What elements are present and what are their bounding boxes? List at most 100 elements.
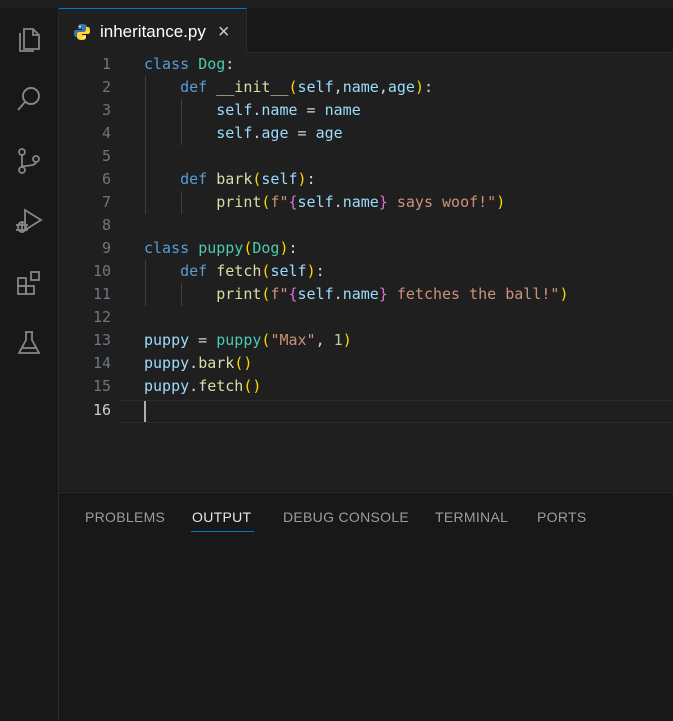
string: f" [270,285,289,303]
identifier: puppy [144,331,190,349]
files-icon[interactable] [0,16,58,62]
search-icon[interactable] [0,76,58,122]
punct: . [189,354,199,372]
editor-tab-bar: inheritance.py × [59,8,673,54]
param: self [261,170,298,188]
code-line-14: puppy.bark() [144,352,252,375]
tab-inheritance-py[interactable]: inheritance.py × [59,8,247,54]
punct: . [333,285,343,303]
method-call: bark [198,354,235,372]
punct: : [315,262,325,280]
tab-ports[interactable]: PORTS [537,509,586,525]
function-name: print [216,193,262,211]
line-number: 12 [92,308,111,326]
tab-output[interactable]: OUTPUT [192,509,251,525]
bracket: ) [496,193,506,211]
base-class: Dog [252,239,280,257]
number: 1 [333,331,343,349]
code-editor[interactable]: 1 2 3 4 5 6 7 8 9 10 11 12 13 14 15 16 c… [59,53,673,491]
bracket: ) [243,354,253,372]
bracket: ) [297,170,307,188]
bracket: ( [288,78,298,96]
method-call: fetch [198,377,244,395]
code-line-4: self.age = age [144,122,343,145]
code-line-10: def fetch(self): [144,260,325,283]
operator: = [297,101,325,119]
code-line-2: def __init__(self,name,age): [144,76,433,99]
code-line-1: class Dog: [144,53,234,76]
bracket: ) [252,377,262,395]
punct: : [288,239,298,257]
punct: : [423,78,433,96]
code-line-15: puppy.fetch() [144,375,261,398]
param: age [387,78,415,96]
param: name [342,78,379,96]
line-number: 11 [92,285,111,303]
line-number-current: 16 [92,401,111,419]
code-line-11: print(f"{self.name} fetches the ball!") [144,283,568,306]
bracket: ) [559,285,569,303]
line-number: 6 [101,170,111,188]
tab-problems[interactable]: PROBLEMS [85,509,165,525]
bracket: { [288,285,298,303]
line-number: 13 [92,331,111,349]
identifier: self [216,124,253,142]
line-number: 8 [101,216,111,234]
code-line-13: puppy = puppy("Max", 1) [144,329,352,352]
tab-label: inheritance.py [100,21,206,41]
keyword: class [144,239,190,257]
line-number: 3 [101,101,111,119]
attribute: age [261,124,289,142]
punct: : [225,55,235,73]
python-file-icon [74,23,90,40]
code-line-3: self.name = name [144,99,361,122]
testing-icon[interactable] [0,320,58,366]
line-number: 14 [92,354,111,372]
punct: . [333,193,343,211]
keyword: def [180,170,208,188]
punct: , [333,78,343,96]
extensions-icon[interactable] [0,260,58,306]
function-name: fetch [216,262,262,280]
tab-terminal[interactable]: TERMINAL [435,509,508,525]
punct: . [189,377,199,395]
function-name: __init__ [216,78,289,96]
code-line-6: def bark(self): [144,168,316,191]
identifier: age [315,124,343,142]
line-number: 5 [101,147,111,165]
keyword: def [180,78,208,96]
activity-bar [0,8,59,720]
code-line-7: print(f"{self.name} says woof!") [144,191,505,214]
operator: = [189,331,217,349]
identifier: puppy [144,377,190,395]
bracket: ) [414,78,424,96]
close-icon[interactable]: × [218,22,230,42]
identifier: self [216,101,253,119]
line-number: 9 [101,239,111,257]
bottom-panel: PROBLEMS OUTPUT DEBUG CONSOLE TERMINAL P… [59,492,673,721]
line-number: 15 [92,377,111,395]
attribute: name [261,101,298,119]
text-cursor [144,401,146,422]
bracket: ) [342,331,352,349]
punct: : [306,170,316,188]
source-control-icon[interactable] [0,138,58,184]
string: f" [270,193,289,211]
line-number: 1 [101,55,111,73]
class-call: puppy [216,331,262,349]
identifier: puppy [144,354,190,372]
identifier: self [297,193,334,211]
string: says woof!" [387,193,497,211]
identifier: self [297,285,334,303]
bracket: { [288,193,298,211]
punct: , [378,78,388,96]
identifier: name [324,101,361,119]
tab-debug-console[interactable]: DEBUG CONSOLE [283,509,409,525]
keyword: def [180,262,208,280]
punct: , [315,331,334,349]
run-debug-icon[interactable] [0,198,58,244]
keyword: class [144,55,190,73]
active-tab-indicator [191,531,254,532]
bracket: ) [279,239,289,257]
code-line-9: class puppy(Dog): [144,237,298,260]
